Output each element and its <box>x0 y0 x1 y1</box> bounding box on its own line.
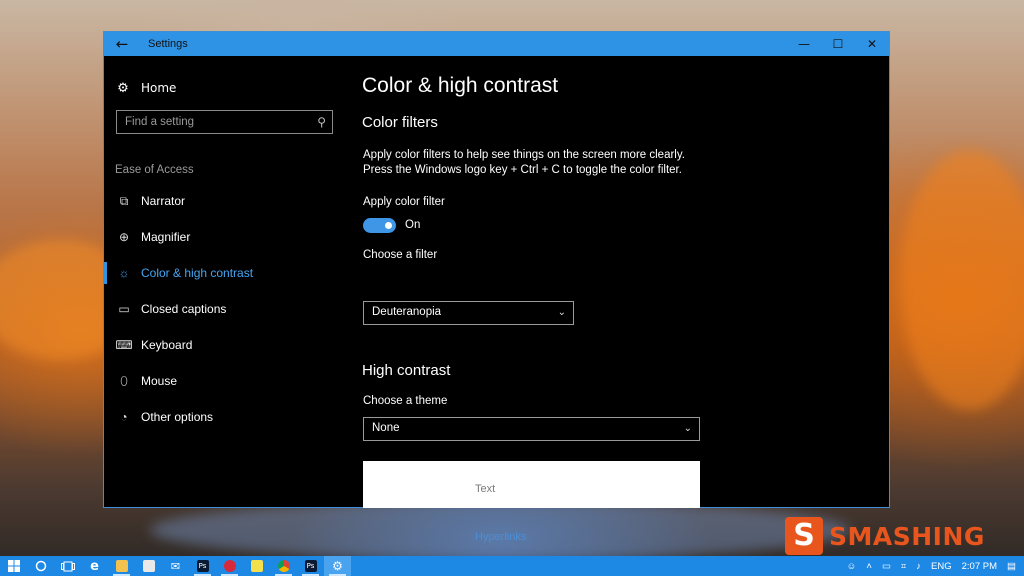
color-filters-description: Apply color filters to help see things o… <box>363 148 685 178</box>
apply-filter-label: Apply color filter <box>363 196 445 208</box>
preview-text: Text <box>475 483 496 495</box>
smashing-logo-icon: S <box>785 517 823 555</box>
chevron-down-icon: ⌄ <box>683 423 692 434</box>
photoshop-badge: Ps <box>196 560 209 572</box>
theme-preview: Text Hyperlinks <box>363 461 700 543</box>
back-arrow-icon[interactable]: ← <box>104 32 140 56</box>
close-button[interactable]: ✕ <box>855 32 889 56</box>
file-explorer-icon[interactable] <box>108 556 135 576</box>
windows-start-icon[interactable] <box>0 556 27 576</box>
photoshop-icon[interactable]: Ps <box>297 556 324 576</box>
sidebar-item-magnifier[interactable]: ⊕ Magnifier <box>104 226 354 248</box>
watermark-text: SMASHING <box>829 521 985 551</box>
search-placeholder: Find a setting <box>125 116 195 128</box>
cortana-icon[interactable] <box>27 556 54 576</box>
smashing-watermark: S SMASHING <box>785 516 985 556</box>
apply-color-filter-toggle[interactable] <box>363 218 396 233</box>
sidebar-item-closed-captions[interactable]: ▭ Closed captions <box>104 298 354 320</box>
search-input[interactable]: Find a setting ⚲ <box>116 110 333 134</box>
people-icon[interactable]: ☺ <box>847 561 857 572</box>
sidebar-item-label: Narrator <box>141 194 186 208</box>
sidebar-item-mouse[interactable]: ⬯ Mouse <box>104 370 354 392</box>
system-tray: ☺ ˄ ▭ ⌗ ♪ ENG 2:07 PM ▤ <box>847 556 1024 576</box>
battery-icon[interactable]: ▭ <box>882 561 891 572</box>
sidebar-item-label: Mouse <box>141 374 178 388</box>
network-icon[interactable]: ⌗ <box>901 561 906 572</box>
toggle-knob <box>385 222 392 229</box>
sidebar-item-color-high-contrast[interactable]: ☼ Color & high contrast <box>104 262 354 284</box>
choose-theme-label: Choose a theme <box>363 395 448 407</box>
sidebar-item-label: Magnifier <box>141 230 191 244</box>
volume-icon[interactable]: ♪ <box>916 561 921 572</box>
description-line: Apply color filters to help see things o… <box>363 149 685 161</box>
narrator-icon: ⧉ <box>119 193 129 208</box>
chrome-icon[interactable] <box>270 556 297 576</box>
sidebar-item-keyboard[interactable]: ⌨ Keyboard <box>104 334 354 356</box>
sidebar-item-label: Keyboard <box>141 338 193 352</box>
settings-icon[interactable]: ⚙ <box>324 556 351 576</box>
window-title: Settings <box>148 38 188 50</box>
sidebar-item-label: Closed captions <box>141 302 227 316</box>
sticky-notes-icon[interactable] <box>243 556 270 576</box>
magnifier-icon: ⊕ <box>118 230 130 244</box>
page-title: Color & high contrast <box>362 74 559 97</box>
home-label: Home <box>141 81 177 95</box>
color-brightness-icon: ☼ <box>118 266 130 280</box>
choose-filter-label: Choose a filter <box>363 249 438 261</box>
color-filters-heading: Color filters <box>362 114 438 131</box>
sidebar-item-label: Other options <box>141 410 214 424</box>
closed-captions-icon: ▭ <box>118 302 130 316</box>
photoshop-icon[interactable]: Ps <box>189 556 216 576</box>
active-indicator <box>104 262 107 284</box>
chevron-down-icon: ⌄ <box>557 307 566 318</box>
filter-dropdown-value: Deuteranopia <box>372 306 442 318</box>
language-indicator[interactable]: ENG <box>931 561 952 572</box>
home-link[interactable]: ⚙ Home <box>115 79 176 97</box>
sidebar-item-label: Color & high contrast <box>141 266 254 280</box>
section-label: Ease of Access <box>115 164 194 176</box>
app-red-icon[interactable] <box>216 556 243 576</box>
maximize-button[interactable]: ☐ <box>821 32 855 56</box>
photoshop-badge: Ps <box>304 560 317 572</box>
sidebar-item-other-options[interactable]: ◔ Other options <box>104 406 354 428</box>
search-icon[interactable]: ⚲ <box>317 111 326 133</box>
main-content: Color & high contrast Color filters Appl… <box>362 56 889 543</box>
keyboard-icon: ⌨ <box>115 338 133 352</box>
filter-dropdown[interactable]: Deuteranopia ⌄ <box>363 301 574 325</box>
store-icon[interactable] <box>135 556 162 576</box>
chevron-up-icon[interactable]: ˄ <box>866 561 872 572</box>
mouse-icon: ⬯ <box>120 373 128 388</box>
toggle-state-label: On <box>405 219 421 231</box>
edge-icon[interactable]: e <box>81 556 108 576</box>
task-view-icon[interactable] <box>54 556 81 576</box>
preview-hyperlink: Hyperlinks <box>475 531 527 543</box>
window-controls: — ☐ ✕ <box>787 32 889 56</box>
minimize-button[interactable]: — <box>787 32 821 56</box>
mail-icon[interactable]: ✉ <box>162 556 189 576</box>
gear-icon: ⚙ <box>117 80 129 96</box>
sidebar-item-narrator[interactable]: ⧉ Narrator <box>104 190 354 212</box>
high-contrast-heading: High contrast <box>362 362 451 379</box>
settings-window: ← Settings — ☐ ✕ ⚙ Home Find a setting ⚲… <box>103 31 890 543</box>
taskbar: e ✉ Ps Ps ⚙ ☺ ˄ ▭ ⌗ ♪ ENG 2:07 PM ▤ <box>0 556 1024 576</box>
other-options-icon: ◔ <box>120 410 128 424</box>
theme-dropdown[interactable]: None ⌄ <box>363 417 700 441</box>
background-bowl <box>150 500 850 560</box>
clock[interactable]: 2:07 PM <box>962 561 997 572</box>
background-foliage <box>900 150 1024 410</box>
description-line: Press the Windows logo key + Ctrl + C to… <box>363 164 682 176</box>
sidebar: ⚙ Home Find a setting ⚲ Ease of Access ⧉… <box>104 56 354 508</box>
title-bar: ← Settings — ☐ ✕ <box>104 32 889 56</box>
action-center-icon[interactable]: ▤ <box>1007 561 1016 572</box>
theme-dropdown-value: None <box>372 422 400 434</box>
